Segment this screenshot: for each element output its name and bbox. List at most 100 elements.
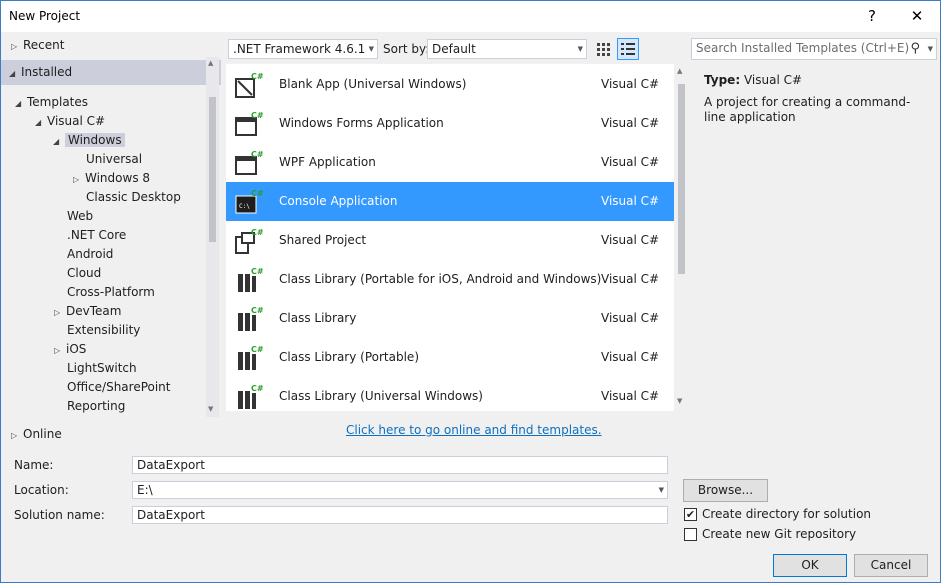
template-name: Blank App (Universal Windows) [279, 77, 467, 91]
template-row[interactable]: C# Class Library (Universal Windows) Visua… [226, 377, 674, 411]
chevron-right-icon[interactable]: ▷ [11, 426, 23, 445]
solution-name-label: Solution name: [14, 508, 105, 522]
tree-item-templates[interactable]: ◢ Templates [15, 93, 88, 112]
tree-item-windows8[interactable]: ▷ Windows 8 [73, 169, 150, 188]
template-row[interactable]: C:\ C# Console Application Visual C# [226, 182, 674, 221]
sort-select[interactable]: Default ▼ [427, 39, 587, 59]
tree-item-office-sharepoint[interactable]: Office/SharePoint [67, 378, 171, 397]
chevron-right-icon[interactable]: ▷ [54, 303, 66, 322]
tree-item-cloud[interactable]: Cloud [67, 264, 101, 283]
class-library-icon: C# [238, 306, 264, 331]
template-list-scroll-thumb[interactable] [678, 84, 685, 274]
template-row[interactable]: C# Class Library (Portable for iOS, Andro… [226, 260, 674, 299]
template-language: Visual C# [601, 194, 660, 208]
help-button[interactable]: ? [849, 1, 895, 32]
svg-text:C#: C# [251, 111, 264, 120]
type-value: Visual C# [743, 73, 803, 87]
tree-item-reporting[interactable]: Reporting [67, 397, 125, 416]
close-button[interactable]: ✕ [894, 1, 940, 32]
view-list-button[interactable] [617, 38, 639, 60]
create-git-checkbox[interactable] [684, 528, 697, 541]
tree-item-extensibility[interactable]: Extensibility [67, 321, 140, 340]
tree-item-devteam[interactable]: ▷ DevTeam [54, 302, 121, 321]
svg-text:C#: C# [251, 267, 264, 276]
cancel-button[interactable]: Cancel [854, 554, 928, 577]
chevron-down-icon[interactable]: ◢ [15, 94, 27, 113]
scroll-down-icon[interactable]: ▼ [677, 397, 682, 405]
tree-item-cross-platform[interactable]: Cross-Platform [67, 283, 155, 302]
scroll-up-icon[interactable]: ▲ [677, 67, 682, 75]
svg-text:C#: C# [251, 345, 264, 354]
tree-item-lightswitch[interactable]: LightSwitch [67, 359, 137, 378]
new-project-dialog: New Project ? ✕ ▷ Recent ◢ Installed ◢ Temp… [0, 0, 941, 583]
class-library-icon: C# [238, 384, 264, 409]
tree-item-recent[interactable]: ▷ Recent [11, 36, 64, 55]
tree-item-web[interactable]: Web [67, 207, 93, 226]
template-language: Visual C# [601, 77, 660, 91]
template-row[interactable]: C# Windows Forms Application Visual C# [226, 104, 674, 143]
chevron-right-icon[interactable]: ▷ [54, 341, 66, 360]
template-info: Type: Visual C# A project for creating a… [691, 64, 941, 424]
tree-item-android[interactable]: Android [67, 245, 113, 264]
template-list-scrollbar[interactable]: ▲ ▼ [674, 64, 689, 411]
tree-item-online[interactable]: ▷ Online [11, 425, 62, 444]
template-language: Visual C# [601, 233, 660, 247]
location-label: Location: [14, 483, 69, 497]
template-row[interactable]: C# Shared Project Visual C# [226, 221, 674, 260]
template-name: WPF Application [279, 155, 376, 169]
template-language: Visual C# [601, 116, 660, 130]
tree-item-visual-csharp[interactable]: ◢ Visual C# [35, 112, 105, 131]
scroll-down-icon[interactable]: ▼ [208, 405, 213, 413]
template-name: Shared Project [279, 233, 367, 247]
grid-icon [597, 43, 610, 56]
template-list: C# Blank App (Universal Windows) Visual C#… [226, 64, 689, 411]
list-icon [621, 43, 635, 55]
browse-button[interactable]: Browse... [683, 479, 768, 502]
chevron-down-icon[interactable]: ▼ [928, 40, 933, 58]
chevron-down-icon[interactable]: ▼ [659, 482, 664, 498]
svg-text:C#: C# [251, 384, 264, 393]
chevron-right-icon[interactable]: ▷ [11, 37, 23, 56]
svg-text:C#: C# [251, 228, 264, 237]
framework-select[interactable]: .NET Framework 4.6.1 ▼ [228, 39, 378, 59]
tree-item-windows[interactable]: ◢ Windows [53, 131, 125, 150]
search-input[interactable]: Search Installed Templates (Ctrl+E) ⚲ ▼ [691, 38, 937, 60]
wpf-icon: C# [235, 150, 264, 175]
solution-name-field[interactable]: DataExport [132, 506, 668, 524]
template-name: Class Library [279, 311, 357, 325]
search-icon[interactable]: ⚲ [910, 40, 920, 58]
tree-scroll-thumb[interactable] [209, 97, 216, 242]
create-directory-checkbox[interactable]: ✔ [684, 508, 697, 521]
scroll-up-icon[interactable]: ▲ [208, 59, 213, 67]
name-field[interactable]: DataExport [132, 456, 668, 474]
template-language: Visual C# [601, 350, 660, 364]
template-language: Visual C# [601, 155, 660, 169]
chevron-down-icon[interactable]: ◢ [9, 64, 21, 83]
tree-item-net-core[interactable]: .NET Core [67, 226, 126, 245]
blank-app-icon: C# [235, 72, 264, 98]
tree-item-installed[interactable]: ◢ Installed [9, 63, 72, 82]
template-row[interactable]: C# Blank App (Universal Windows) Visual C# [226, 65, 674, 104]
template-name: Class Library (Portable for iOS, Android… [279, 272, 602, 286]
location-field[interactable]: E:\ ▼ [132, 481, 668, 499]
template-name: Windows Forms Application [279, 116, 444, 130]
tree-item-classic-desktop[interactable]: Classic Desktop [86, 188, 181, 207]
template-row[interactable]: C# Class Library (Portable) Visual C# [226, 338, 674, 377]
chevron-down-icon: ▼ [577, 45, 583, 53]
template-row[interactable]: C# Class Library Visual C# [226, 299, 674, 338]
tree-scrollbar[interactable]: ▲ ▼ [206, 57, 219, 417]
chevron-down-icon[interactable]: ◢ [35, 113, 47, 132]
tree-item-ios[interactable]: ▷ iOS [54, 340, 86, 359]
title-bar: New Project ? ✕ [1, 1, 940, 32]
windows-forms-icon: C# [235, 111, 264, 136]
online-templates-link[interactable]: Click here to go online and find templat… [346, 423, 602, 437]
template-name: Console Application [279, 194, 398, 208]
template-row[interactable]: C# WPF Application Visual C# [226, 143, 674, 182]
chevron-down-icon[interactable]: ◢ [53, 132, 65, 151]
tree-item-universal[interactable]: Universal [86, 150, 142, 169]
view-grid-button[interactable] [592, 38, 614, 60]
ok-button[interactable]: OK [773, 554, 847, 577]
template-tree: ▷ Recent ◢ Installed ◢ Templates ◢ Visual C#… [1, 33, 221, 441]
chevron-right-icon[interactable]: ▷ [73, 170, 85, 189]
create-directory-label: Create directory for solution [702, 507, 872, 521]
